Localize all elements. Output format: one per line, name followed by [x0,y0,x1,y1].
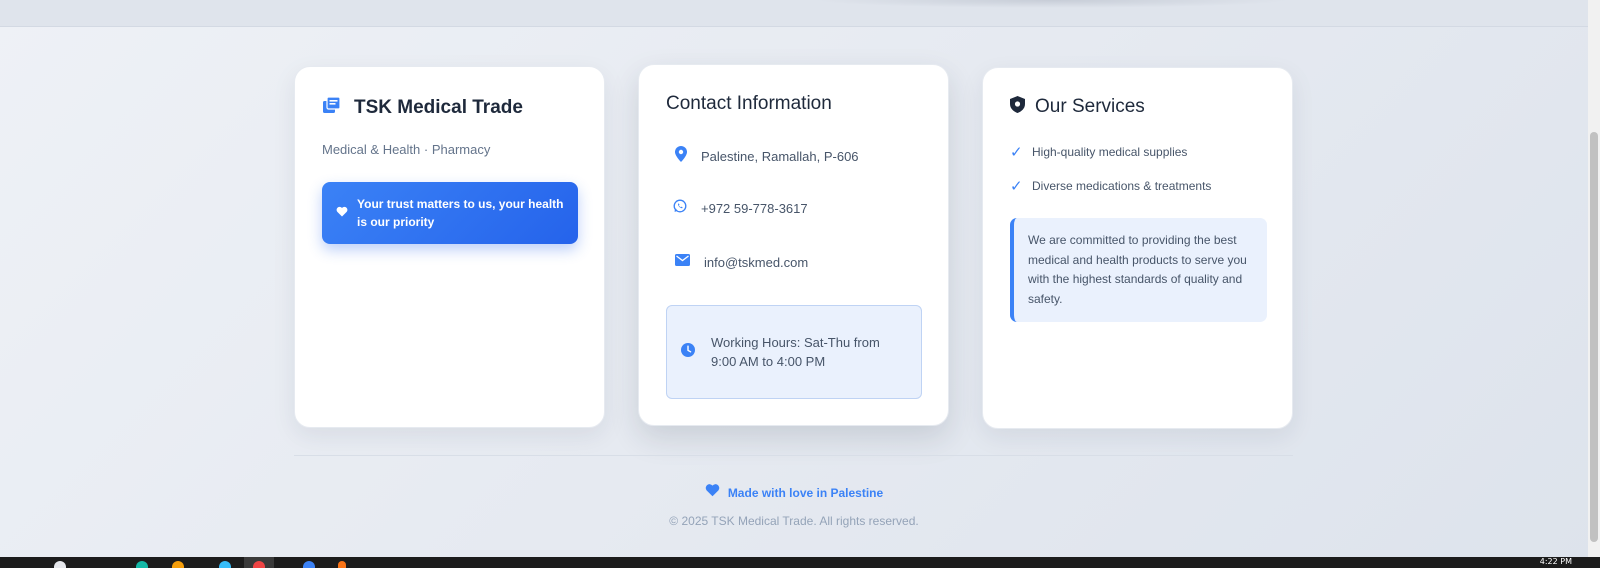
contact-email-row[interactable]: info@tskmed.com [675,253,808,271]
made-with-love-text: Made with love in Palestine [727,485,884,500]
taskbar-folder-icon[interactable] [172,561,184,568]
contact-title: Contact Information [666,93,832,114]
trust-banner: Your trust matters to us, your health is… [322,182,578,244]
heart-icon [336,204,348,222]
scrollbar-thumb[interactable] [1590,132,1598,542]
clock-icon [681,342,695,362]
services-title-row: Our Services [1010,96,1145,118]
envelope-icon [675,253,690,271]
check-icon: ✓ [1010,144,1023,161]
contact-title-row: Contact Information [666,93,832,115]
company-title-row: TSK Medical Trade [322,95,523,120]
company-subtitle: Medical & Health · Pharmacy [322,142,491,157]
company-name: TSK Medical Trade [354,96,523,118]
taskbar-editor-icon[interactable] [303,561,315,568]
pharmacy-building-icon [322,95,342,120]
working-hours-box: Working Hours: Sat-Thu from 9:00 AM to 4… [666,305,922,399]
whatsapp-icon [673,199,687,218]
taskbar-browser-icon[interactable] [253,561,265,568]
service-item: ✓ Diverse medications & treatments [1010,177,1211,195]
company-card: TSK Medical Trade Medical & Health · Pha… [294,66,605,428]
service-item-label: High-quality medical supplies [1032,145,1188,159]
taskbar-app-icon[interactable] [219,561,231,568]
contact-address: Palestine, Ramallah, P-606 [701,149,859,164]
contact-phone-row[interactable]: +972 59-778-3617 [673,199,808,218]
heart-icon [705,483,720,502]
services-card: Our Services ✓ High-quality medical supp… [982,67,1293,429]
made-with-love: Made with love in Palestine [0,483,1588,502]
service-item: ✓ High-quality medical supplies [1010,143,1187,161]
header-shadow [812,0,1292,8]
contact-email[interactable]: info@tskmed.com [704,255,808,270]
page-scrollbar[interactable] [1588,0,1600,557]
service-item-label: Diverse medications & treatments [1032,179,1212,193]
copyright-text: © 2025 TSK Medical Trade. All rights res… [669,514,919,528]
commitment-note: We are committed to providing the best m… [1010,218,1267,322]
footer-divider [294,455,1293,456]
os-taskbar: 4:22 PM [0,557,1600,568]
services-title: Our Services [1035,96,1145,117]
header-bar-bottom [0,0,1588,27]
trust-message: Your trust matters to us, your health is… [357,197,564,229]
map-pin-icon [675,146,687,167]
contact-address-row: Palestine, Ramallah, P-606 [675,146,859,167]
check-icon: ✓ [1010,178,1023,195]
contact-phone[interactable]: +972 59-778-3617 [701,201,808,216]
taskbar-clock[interactable]: 4:22 PM [1540,557,1572,566]
contact-card: Contact Information Palestine, Ramallah,… [638,64,949,426]
shield-icon [1010,96,1025,118]
taskbar-app-icon[interactable] [338,561,346,568]
taskbar-app-icon[interactable] [136,561,148,568]
working-hours-text: Working Hours: Sat-Thu from 9:00 AM to 4… [711,335,880,369]
taskbar-search-icon[interactable] [54,561,66,568]
